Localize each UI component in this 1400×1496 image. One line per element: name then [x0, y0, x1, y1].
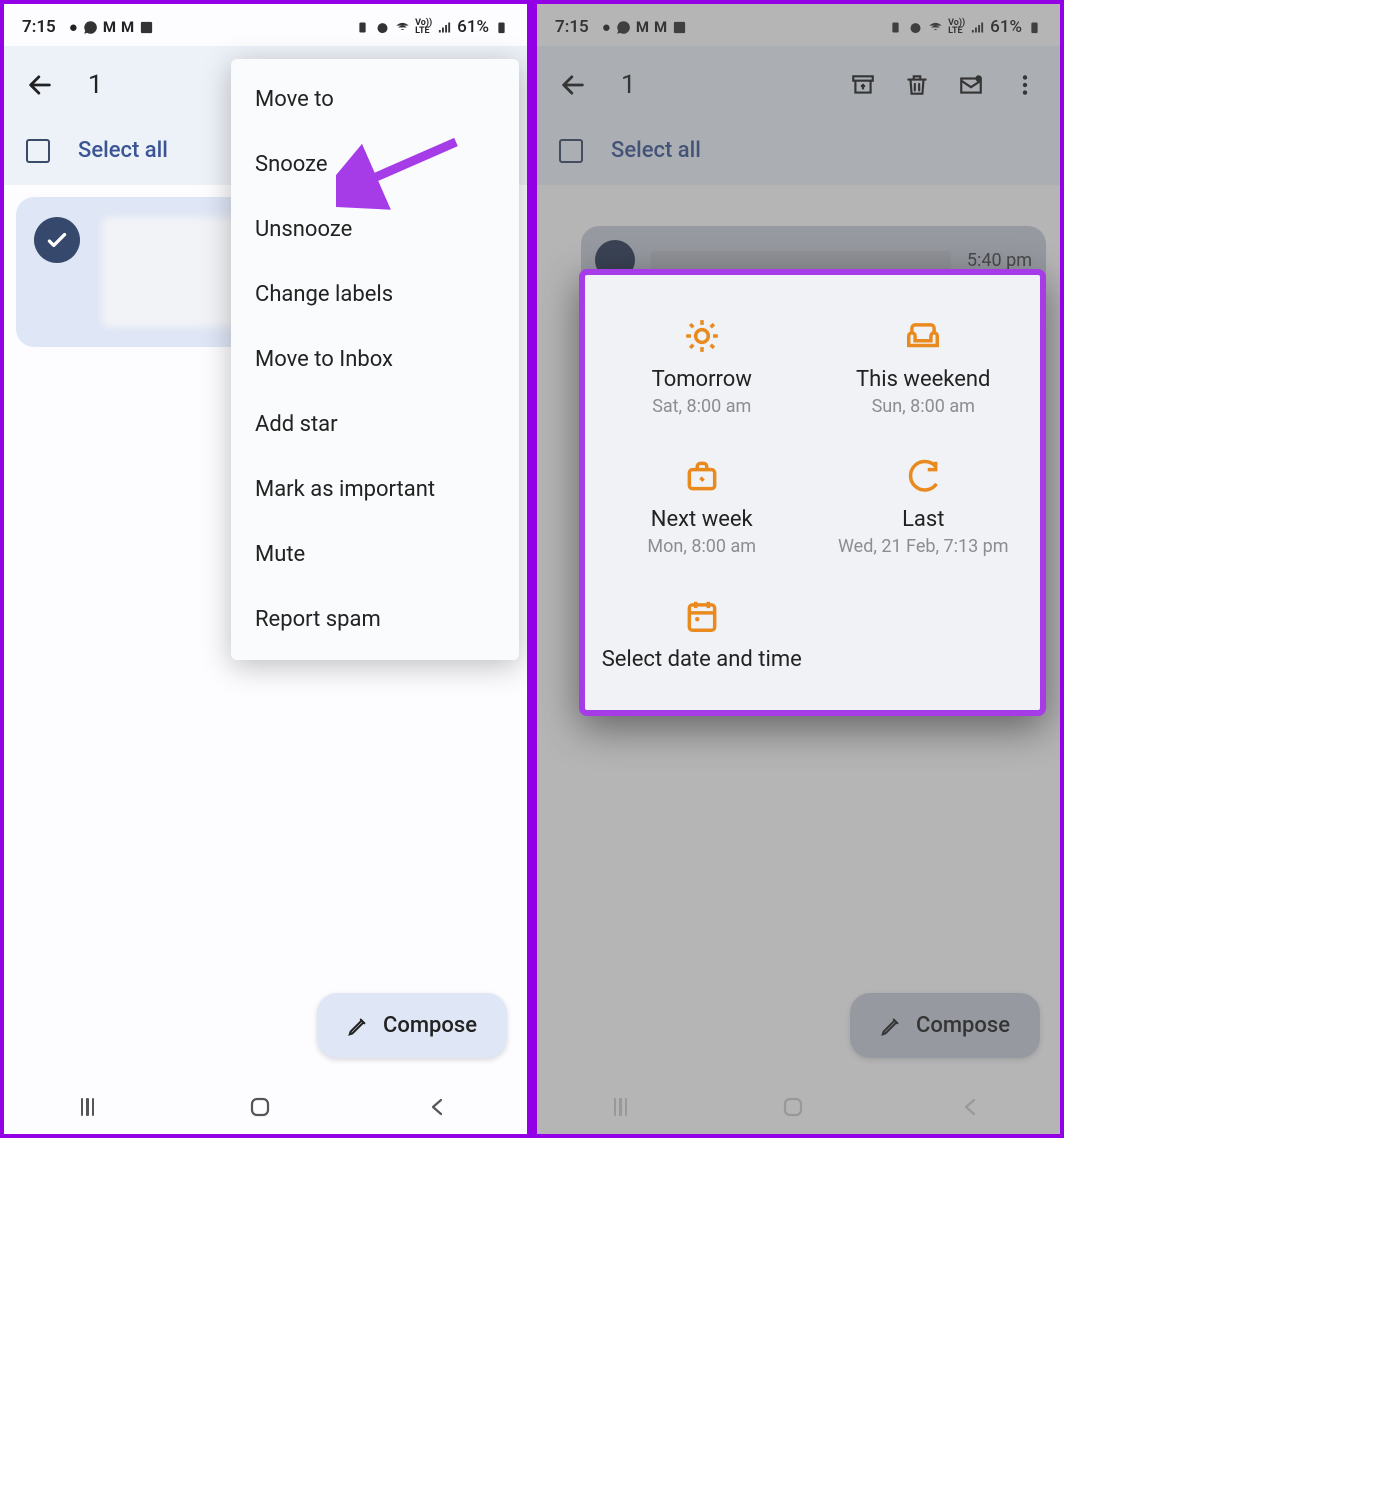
calendar-icon	[681, 595, 723, 637]
snooze-select-datetime[interactable]: Select date and time	[591, 581, 813, 690]
menu-move-to-inbox[interactable]: Move to Inbox	[231, 327, 519, 392]
snooze-weekend-sub: Sun, 8:00 am	[872, 396, 975, 417]
whatsapp-icon	[83, 20, 98, 35]
gallery-icon	[139, 20, 154, 35]
back-button[interactable]	[20, 65, 60, 105]
selection-count: 1	[88, 70, 103, 100]
snooze-dialog: Tomorrow Sat, 8:00 am This weekend Sun, …	[579, 269, 1046, 716]
couch-icon	[902, 315, 944, 357]
chat-icon: ●	[69, 18, 78, 36]
menu-mark-important[interactable]: Mark as important	[231, 457, 519, 522]
snooze-tomorrow-sub: Sat, 8:00 am	[652, 396, 751, 417]
overflow-menu: Move to Snooze Unsnooze Change labels Mo…	[231, 59, 519, 660]
nav-home-button[interactable]	[248, 1095, 272, 1119]
compose-label: Compose	[383, 1013, 477, 1038]
wifi-icon	[395, 20, 410, 35]
battery-icon	[494, 20, 509, 35]
menu-change-labels[interactable]: Change labels	[231, 262, 519, 327]
screenshot-1-overflow-menu: 7:15 ● M M Vo))LTE 61% 1	[4, 4, 532, 1134]
snooze-weekend[interactable]: This weekend Sun, 8:00 am	[813, 301, 1035, 431]
snooze-last-title: Last	[902, 507, 944, 532]
snooze-weekend-title: This weekend	[856, 367, 990, 392]
signal-icon	[437, 20, 452, 35]
select-all-checkbox[interactable]	[26, 139, 50, 163]
snooze-next-week-sub: Mon, 8:00 am	[647, 536, 756, 557]
nav-recents-button[interactable]	[81, 1098, 95, 1116]
menu-mute[interactable]: Mute	[231, 522, 519, 587]
snooze-last-sub: Wed, 21 Feb, 7:13 pm	[838, 536, 1009, 557]
sun-icon	[681, 315, 723, 357]
pencil-icon	[347, 1015, 369, 1037]
snooze-last[interactable]: Last Wed, 21 Feb, 7:13 pm	[813, 441, 1035, 571]
redo-icon	[902, 455, 944, 497]
snooze-select-title: Select date and time	[602, 647, 802, 672]
android-nav-bar	[4, 1080, 527, 1134]
select-all-label: Select all	[78, 138, 168, 163]
status-time: 7:15	[22, 17, 56, 37]
snooze-tomorrow-title: Tomorrow	[652, 367, 752, 392]
snooze-next-week[interactable]: Next week Mon, 8:00 am	[591, 441, 813, 571]
volte-icon: Vo))LTE	[415, 19, 432, 35]
email-checkmark-icon[interactable]	[34, 217, 80, 263]
gmail-m-icon-2: M	[121, 18, 134, 36]
alarm-icon	[375, 20, 390, 35]
battery-percent: 61%	[457, 17, 489, 37]
menu-report-spam[interactable]: Report spam	[231, 587, 519, 652]
battery-saver-icon	[355, 20, 370, 35]
menu-snooze[interactable]: Snooze	[231, 132, 519, 197]
snooze-next-week-title: Next week	[651, 507, 753, 532]
menu-move-to[interactable]: Move to	[231, 67, 519, 132]
compose-button[interactable]: Compose	[317, 993, 507, 1058]
screenshot-2-snooze-dialog: 7:15 ● M M Vo))LTE 61% 1	[532, 4, 1060, 1134]
nav-back-button[interactable]	[426, 1095, 450, 1119]
status-bar: 7:15 ● M M Vo))LTE 61%	[4, 4, 527, 46]
snooze-tomorrow[interactable]: Tomorrow Sat, 8:00 am	[591, 301, 813, 431]
briefcase-icon	[681, 455, 723, 497]
menu-add-star[interactable]: Add star	[231, 392, 519, 457]
menu-unsnooze[interactable]: Unsnooze	[231, 197, 519, 262]
gmail-m-icon: M	[103, 18, 116, 36]
